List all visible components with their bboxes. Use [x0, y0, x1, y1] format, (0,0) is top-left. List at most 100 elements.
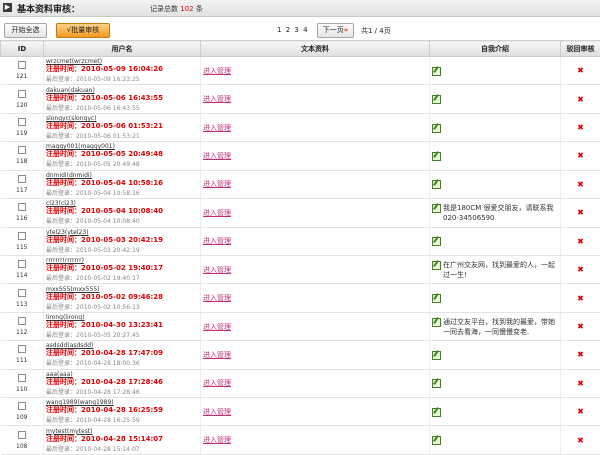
username-link[interactable]: aaa(aaa) — [46, 371, 198, 378]
edit-icon[interactable] — [432, 237, 441, 247]
manage-link[interactable]: 进入管理 — [203, 152, 231, 160]
reject-icon[interactable]: ✖ — [577, 322, 584, 331]
username-cell: dakuan(dakuan) 注册时间：2010-05-06 16:43:55 最后… — [43, 84, 201, 114]
row-id-cell: 118 — [0, 141, 44, 171]
next-page-button[interactable]: 下一页» — [317, 23, 354, 38]
reject-icon[interactable]: ✖ — [577, 123, 584, 132]
row-id-cell: 121 — [0, 56, 44, 86]
edit-icon[interactable] — [432, 379, 441, 389]
row-checkbox[interactable] — [17, 373, 26, 382]
row-checkbox[interactable] — [17, 402, 26, 411]
row-checkbox[interactable] — [17, 174, 26, 183]
reject-icon[interactable]: ✖ — [577, 66, 584, 75]
reject-cell: ✖ — [560, 227, 600, 256]
edit-icon[interactable] — [432, 260, 441, 270]
intro-cell — [429, 369, 561, 399]
row-checkbox[interactable] — [17, 61, 26, 70]
record-count-unit: 条 — [195, 5, 203, 13]
row-checkbox[interactable] — [17, 345, 26, 354]
reject-icon[interactable]: ✖ — [577, 208, 584, 217]
username-link[interactable]: slongyc(slongyc) — [46, 115, 198, 122]
manage-link[interactable]: 进入管理 — [203, 323, 231, 331]
page-info: 共1 / 4页 — [361, 27, 391, 35]
last-login: 最后登录：2010-05-06 16:43:55 — [46, 104, 140, 112]
page-link[interactable]: 2 — [286, 26, 291, 34]
reject-icon[interactable]: ✖ — [577, 436, 584, 445]
edit-icon[interactable] — [432, 66, 441, 76]
edit-icon[interactable] — [432, 407, 441, 417]
reject-cell: ✖ — [560, 369, 600, 399]
manage-link[interactable]: 进入管理 — [203, 95, 231, 103]
manage-link[interactable]: 进入管理 — [203, 180, 231, 188]
username-link[interactable]: mxx555(mxx555) — [46, 286, 198, 293]
username-link[interactable]: dnmidi(dnmidi) — [46, 172, 198, 179]
page-link[interactable]: 3 — [294, 26, 299, 34]
register-time: 注册时间：2010-05-05 20:49:48 — [46, 150, 164, 159]
manage-link[interactable]: 进入管理 — [203, 237, 231, 245]
row-checkbox[interactable] — [17, 146, 26, 155]
reject-icon[interactable]: ✖ — [577, 265, 584, 274]
reject-cell: ✖ — [560, 255, 600, 285]
manage-link[interactable]: 进入管理 — [203, 436, 231, 444]
manage-link[interactable]: 进入管理 — [203, 408, 231, 416]
reject-cell: ✖ — [560, 170, 600, 200]
intro-cell — [429, 227, 561, 256]
row-checkbox[interactable] — [17, 203, 26, 212]
page-link[interactable]: 1 — [277, 26, 282, 34]
edit-icon[interactable] — [432, 436, 441, 446]
username-link[interactable]: ytel23(ytel23) — [46, 229, 198, 236]
edit-icon[interactable] — [432, 180, 441, 190]
table-row: 110 aaa(aaa) 注册时间：2010-04-28 17:28:46 最后登录：… — [0, 369, 600, 399]
reject-icon[interactable]: ✖ — [577, 294, 584, 303]
row-id-cell: 108 — [0, 425, 44, 455]
reject-icon[interactable]: ✖ — [577, 95, 584, 104]
row-checkbox[interactable] — [17, 231, 26, 240]
register-time: 注册时间：2010-05-03 20:42:19 — [46, 235, 164, 244]
manage-link[interactable]: 进入管理 — [203, 266, 231, 274]
edit-icon[interactable] — [432, 203, 441, 213]
row-id: 119 — [16, 130, 28, 138]
edit-icon[interactable] — [432, 350, 441, 360]
edit-icon[interactable] — [432, 95, 441, 105]
username-link[interactable]: lirong(lirong) — [46, 314, 198, 321]
row-checkbox[interactable] — [17, 260, 26, 269]
row-checkbox[interactable] — [17, 430, 26, 439]
row-id: 117 — [16, 186, 28, 194]
reject-icon[interactable]: ✖ — [577, 350, 584, 359]
edit-icon[interactable] — [432, 151, 441, 161]
username-link[interactable]: dakuan(dakuan) — [46, 87, 198, 94]
manage-link[interactable]: 进入管理 — [203, 379, 231, 387]
page-link[interactable]: 4 — [303, 26, 308, 34]
reject-icon[interactable]: ✖ — [577, 379, 584, 388]
row-checkbox[interactable] — [17, 118, 26, 127]
last-login: 最后登录：2010-05-05 20:49:48 — [46, 161, 140, 169]
reject-icon[interactable]: ✖ — [577, 151, 584, 160]
header-username: 用户名 — [43, 40, 201, 57]
intro-cell — [429, 84, 561, 114]
row-checkbox[interactable] — [17, 89, 26, 98]
edit-icon[interactable] — [432, 123, 441, 133]
manage-link[interactable]: 进入管理 — [203, 294, 231, 302]
reject-icon[interactable]: ✖ — [577, 237, 584, 246]
username-cell: slongyc(slongyc) 注册时间：2010-05-06 01:53:21… — [43, 113, 201, 143]
register-time: 注册时间：2010-05-04 10:58:16 — [46, 178, 164, 187]
reject-icon[interactable]: ✖ — [577, 407, 584, 416]
username-cell: aaa(aaa) 注册时间：2010-04-28 17:28:46 最后登录：201… — [43, 369, 201, 399]
row-id: 116 — [16, 215, 28, 223]
reject-icon[interactable]: ✖ — [577, 180, 584, 189]
edit-icon[interactable] — [432, 317, 441, 327]
row-checkbox[interactable] — [17, 317, 26, 325]
last-login: 最后登录：2010-04-28 17:28:46 — [46, 388, 140, 396]
row-checkbox[interactable] — [17, 288, 26, 297]
row-id: 115 — [16, 243, 28, 251]
select-all-button[interactable]: 开始全选 — [4, 23, 47, 38]
manage-link[interactable]: 进入管理 — [203, 351, 231, 359]
batch-review-button[interactable]: √批量审核 — [56, 23, 110, 38]
edit-icon[interactable] — [432, 294, 441, 304]
profile-cell: 进入管理 — [200, 312, 430, 342]
manage-link[interactable]: 进入管理 — [203, 124, 231, 132]
manage-link[interactable]: 进入管理 — [203, 67, 231, 75]
manage-link[interactable]: 进入管理 — [203, 209, 231, 217]
username-link[interactable]: mytest(mytest) — [46, 428, 198, 435]
arrow-right-icon: ▶ — [3, 3, 12, 12]
